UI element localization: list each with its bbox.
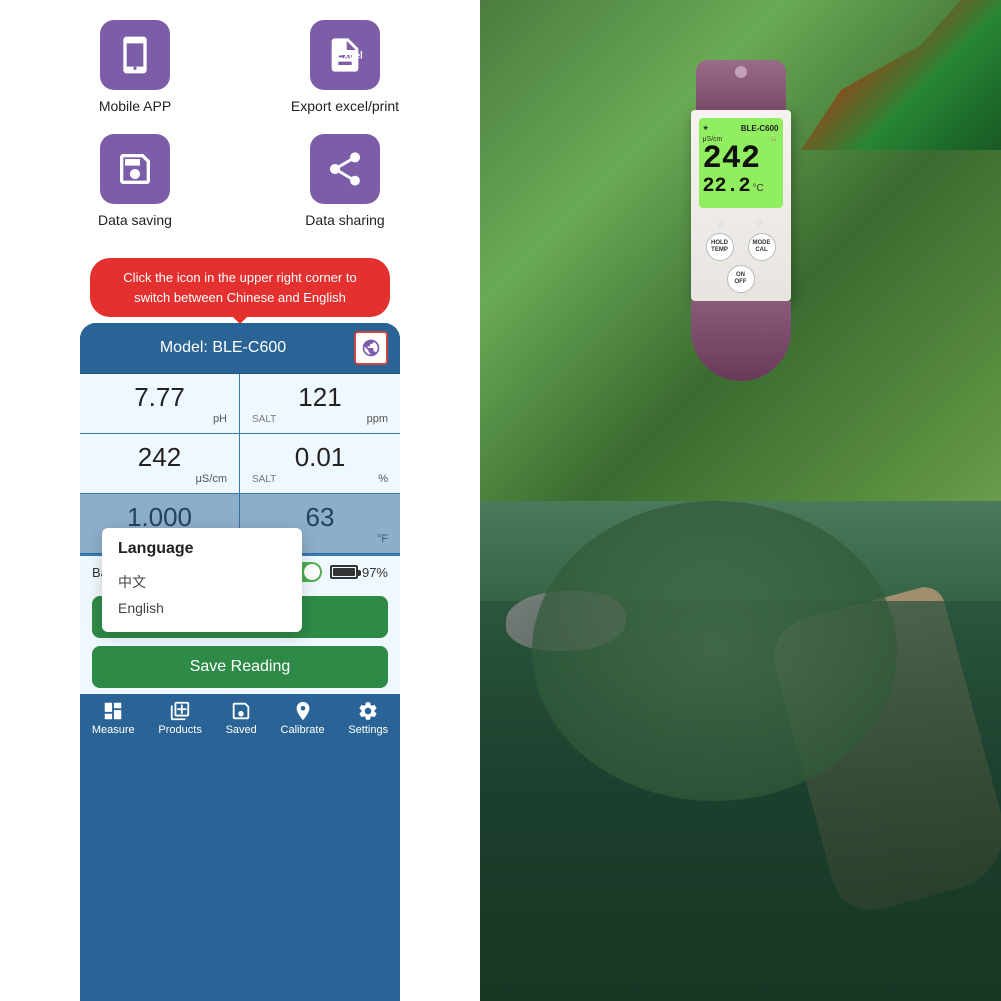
up-arrow: △ [718,218,724,227]
data-sharing-label: Data sharing [305,212,384,228]
battery-row: 97% [330,565,388,580]
tooltip-text: Click the icon in the upper right corner… [123,270,356,305]
feature-data-saving: Data saving [50,134,220,228]
measure-nav-icon [102,700,124,722]
hold-temp-label: HOLD TEMP [711,240,728,254]
foliage-top [801,0,1001,150]
battery-pct: 97% [362,565,388,580]
language-option-chinese[interactable]: 中文 [118,568,286,596]
meter-arrows: △ ▽ [699,216,783,227]
svg-text:Excel: Excel [337,50,363,61]
ph-unit: pH [213,413,227,425]
settings-nav-icon [357,700,379,722]
meter-device: ★ BLE-C600 μS/cm 🔋 242 22.2 °C △ ▽ [661,60,821,381]
meter-cap [696,60,786,110]
rocks [506,591,626,651]
hold-temp-button[interactable]: HOLD TEMP [706,233,734,261]
meter-brand: BLE-C600 [741,124,779,133]
toggle-thumb [304,564,320,580]
meter-body: ★ BLE-C600 μS/cm 🔋 242 22.2 °C △ ▽ [691,110,791,301]
save-icon-box [100,134,170,204]
feature-mobile-app: Mobile APP [50,20,220,114]
saved-nav-label: Saved [226,724,257,736]
meter-sub-value: 22.2 [703,175,751,198]
language-option-english[interactable]: English [118,596,286,620]
saved-nav-icon [230,700,252,722]
meter-lower-body [691,301,791,381]
salt-label: SALT [252,414,276,425]
language-dropdown[interactable]: Language 中文 English [102,528,302,632]
on-off-label: ON OFF [735,272,747,286]
measure-nav-label: Measure [92,724,135,736]
language-title: Language [118,540,286,558]
data-cell-ph: 7.77 pH [80,374,240,434]
temp-unit: °F [377,533,388,545]
share-icon-box [310,134,380,204]
data-saving-label: Data saving [98,212,172,228]
products-nav-label: Products [158,724,201,736]
excel-icon: Excel [325,35,365,75]
feature-export: Excel Export excel/print [260,20,430,114]
pond-water [480,601,1001,1001]
temp-value: 63 [306,502,335,533]
mobile-app-icon-box [100,20,170,90]
phone-navbar: Measure Products Saved Calibrate [80,694,400,740]
ec-value: 242 [138,442,181,473]
salt-pct-value: 0.01 [295,442,346,473]
nav-item-measure[interactable]: Measure [92,700,135,736]
features-grid: Mobile APP Excel Export excel/print Data… [50,20,430,228]
calibrate-nav-icon [292,700,314,722]
excel-icon-box: Excel [310,20,380,90]
globe-button[interactable] [354,331,388,365]
phone-header: Model: BLE-C600 [80,323,400,374]
phone-mockup: Model: BLE-C600 7.77 pH 121 SALT ppm [80,323,400,1001]
calibrate-nav-label: Calibrate [281,724,325,736]
mode-cal-button[interactable]: MODE CAL [748,233,776,261]
salt-value: 121 [298,382,341,413]
salt-pct-label: SALT [252,474,276,485]
nav-item-calibrate[interactable]: Calibrate [281,700,325,736]
save-icon [115,149,155,189]
data-cell-salt-ppm: 121 SALT ppm [240,374,400,434]
tooltip-bubble: Click the icon in the upper right corner… [90,258,390,317]
globe-icon [361,338,381,358]
export-label: Export excel/print [291,98,399,114]
nav-item-settings[interactable]: Settings [348,700,388,736]
meter-main-value: 242 [703,143,779,175]
on-off-button[interactable]: ON OFF [727,265,755,293]
meter-screen: ★ BLE-C600 μS/cm 🔋 242 22.2 °C [699,118,783,208]
garden-background: ★ BLE-C600 μS/cm 🔋 242 22.2 °C △ ▽ [480,0,1001,1001]
nav-item-saved[interactable]: Saved [226,700,257,736]
ec-unit: μS/cm [196,473,227,485]
down-arrow: ▽ [756,218,762,227]
save-reading-button[interactable]: Save Reading [92,646,388,688]
ph-value: 7.77 [134,382,185,413]
left-panel: Mobile APP Excel Export excel/print Data… [0,0,480,1001]
data-cell-salt-pct: 0.01 SALT % [240,434,400,494]
battery-fill [333,568,355,576]
meter-buttons-row: HOLD TEMP MODE CAL [699,233,783,261]
salt-pct-unit: % [378,473,388,485]
nav-item-products[interactable]: Products [158,700,201,736]
salt-unit: ppm [367,413,388,425]
mobile-app-label: Mobile APP [99,98,171,114]
phone-model-title: Model: BLE-C600 [92,339,354,357]
feature-data-sharing: Data sharing [260,134,430,228]
right-panel: ★ BLE-C600 μS/cm 🔋 242 22.2 °C △ ▽ [480,0,1001,1001]
mode-cal-label: MODE CAL [753,240,771,254]
products-nav-icon [169,700,191,722]
settings-nav-label: Settings [348,724,388,736]
share-icon [325,149,365,189]
battery-icon [330,565,358,579]
data-cell-ec: 242 μS/cm [80,434,240,494]
phone-icon [115,35,155,75]
meter-sub-unit: °C [753,183,764,194]
